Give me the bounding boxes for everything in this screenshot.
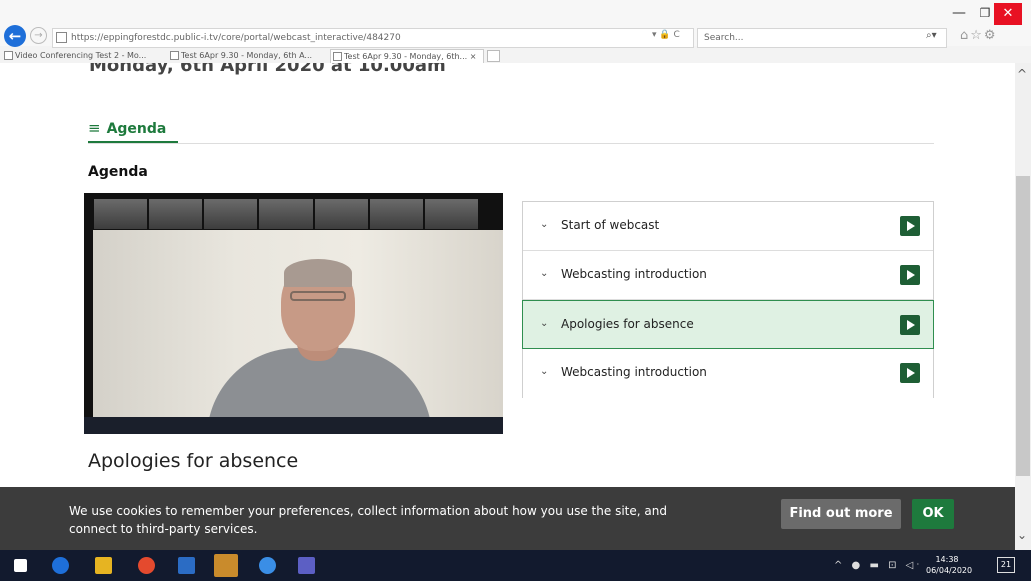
tab-favicon-icon — [170, 51, 179, 60]
address-bar[interactable]: https://eppingforestdc.public-i.tv/core/… — [52, 28, 694, 48]
search-input[interactable]: Search... — [697, 28, 947, 48]
tab-favicon-icon — [333, 52, 342, 61]
browser-tab-label: Test 6Apr 9.30 - Monday, 6th A... — [181, 51, 313, 60]
cookie-message: We use cookies to remember your preferen… — [69, 504, 667, 536]
tab-agenda-label: Agenda — [106, 121, 167, 137]
participant-thumbnail — [94, 199, 148, 229]
agenda-item[interactable]: ⌄ Start of webcast — [523, 202, 933, 251]
agenda-item-label: Webcasting introduction — [561, 365, 707, 379]
search-placeholder: Search... — [704, 33, 744, 43]
windows-start-icon[interactable] — [14, 559, 27, 572]
agenda-item[interactable]: ⌄ Webcasting introduction — [523, 251, 933, 300]
close-button[interactable]: ✕ — [994, 3, 1022, 25]
edge-icon[interactable] — [52, 557, 69, 574]
scrollbar-thumb[interactable] — [1016, 176, 1030, 476]
current-item-heading: Apologies for absence — [88, 450, 299, 472]
find-out-more-button[interactable]: Find out more — [781, 499, 901, 529]
play-icon[interactable] — [900, 315, 920, 335]
search-icon[interactable]: ⌕▾ — [926, 30, 937, 41]
browser-tab-3[interactable]: Test 6Apr 9.30 - Monday, 6th... × — [330, 49, 484, 63]
video-embedded-taskbar — [84, 417, 503, 434]
tab-strip: Video Conferencing Test 2 - Mo... Test 6… — [0, 49, 1031, 63]
scroll-down-icon[interactable]: ⌄ — [1017, 528, 1027, 542]
ok-button[interactable]: OK — [912, 499, 954, 529]
clock-date: 06/04/2020 — [926, 566, 973, 575]
internet-explorer-icon[interactable] — [259, 557, 276, 574]
agenda-item-label: Start of webcast — [561, 218, 660, 232]
outlook-icon[interactable] — [214, 554, 238, 577]
agenda-item-label: Apologies for absence — [561, 317, 694, 331]
back-button[interactable]: ← — [4, 25, 26, 47]
home-favorites-settings-icons[interactable]: ⌂☆⚙ — [960, 28, 998, 43]
agenda-item-label: Webcasting introduction — [561, 267, 707, 281]
page-content: Monday, 6th April 2020 at 10.00am ≡ Agend… — [0, 63, 1015, 487]
new-tab-button[interactable] — [487, 50, 500, 62]
scroll-up-icon[interactable]: ^ — [1017, 67, 1027, 81]
cookie-banner: We use cookies to remember your preferen… — [0, 487, 1015, 550]
clock-time: 14:38 — [935, 555, 959, 564]
agenda-heading: Agenda — [88, 164, 148, 180]
meeting-date-heading: Monday, 6th April 2020 at 10.00am — [89, 63, 446, 76]
participant-thumbnail — [424, 199, 478, 229]
participant-thumbnail — [259, 199, 313, 229]
speaker-hair — [284, 259, 352, 287]
agenda-item-active[interactable]: ⌄ Apologies for absence — [522, 300, 934, 349]
system-tray[interactable]: ^ ● ▬ ⊡ ◁ᐧ — [834, 560, 922, 571]
webcast-video-player[interactable] — [84, 193, 503, 434]
address-url: https://eppingforestdc.public-i.tv/core/… — [71, 33, 401, 43]
teams-icon[interactable] — [298, 557, 315, 574]
browser-tab-2[interactable]: Test 6Apr 9.30 - Monday, 6th A... — [168, 49, 328, 63]
participant-thumbnails — [94, 199, 478, 229]
browser-tab-1[interactable]: Video Conferencing Test 2 - Mo... — [2, 49, 166, 63]
chevron-down-icon: ⌄ — [540, 366, 549, 377]
maximize-button[interactable]: ❐ — [974, 2, 996, 24]
forward-button[interactable]: → — [30, 27, 47, 44]
participant-thumbnail — [204, 199, 258, 229]
mail-icon[interactable] — [178, 557, 195, 574]
chrome-icon[interactable] — [138, 557, 155, 574]
participant-thumbnail — [149, 199, 203, 229]
tab-favicon-icon — [4, 51, 13, 60]
play-icon[interactable] — [900, 265, 920, 285]
agenda-item[interactable]: ⌄ Webcasting introduction — [523, 349, 933, 398]
chevron-down-icon: ⌄ — [540, 219, 549, 230]
chevron-down-icon: ⌄ — [540, 268, 549, 279]
address-bar-icons[interactable]: ▾ 🔒 C — [652, 30, 680, 40]
file-explorer-icon[interactable] — [95, 557, 112, 574]
chevron-down-icon: ⌄ — [540, 318, 549, 329]
browser-tab-label: Test 6Apr 9.30 - Monday, 6th... × — [344, 52, 477, 61]
windows-taskbar: ^ ● ▬ ⊡ ◁ᐧ 14:38 06/04/2020 21 — [0, 550, 1031, 581]
browser-tab-label: Video Conferencing Test 2 - Mo... — [15, 51, 147, 60]
browser-chrome: ← → https://eppingforestdc.public-i.tv/c… — [0, 0, 1031, 63]
play-icon[interactable] — [900, 216, 920, 236]
notification-center-icon[interactable]: 21 — [997, 557, 1015, 573]
site-favicon-icon — [56, 32, 67, 43]
tab-divider — [88, 143, 934, 144]
participant-thumbnail — [314, 199, 368, 229]
tab-agenda[interactable]: ≡ Agenda — [88, 119, 166, 137]
participant-thumbnail — [369, 199, 423, 229]
agenda-list: ⌄ Start of webcast ⌄ Webcasting introduc… — [522, 201, 934, 398]
menu-icon: ≡ — [88, 119, 101, 137]
play-icon[interactable] — [900, 363, 920, 383]
minimize-button[interactable]: — — [948, 2, 970, 24]
speaker-glasses — [290, 291, 346, 301]
system-clock[interactable]: 14:38 06/04/2020 — [926, 554, 973, 576]
